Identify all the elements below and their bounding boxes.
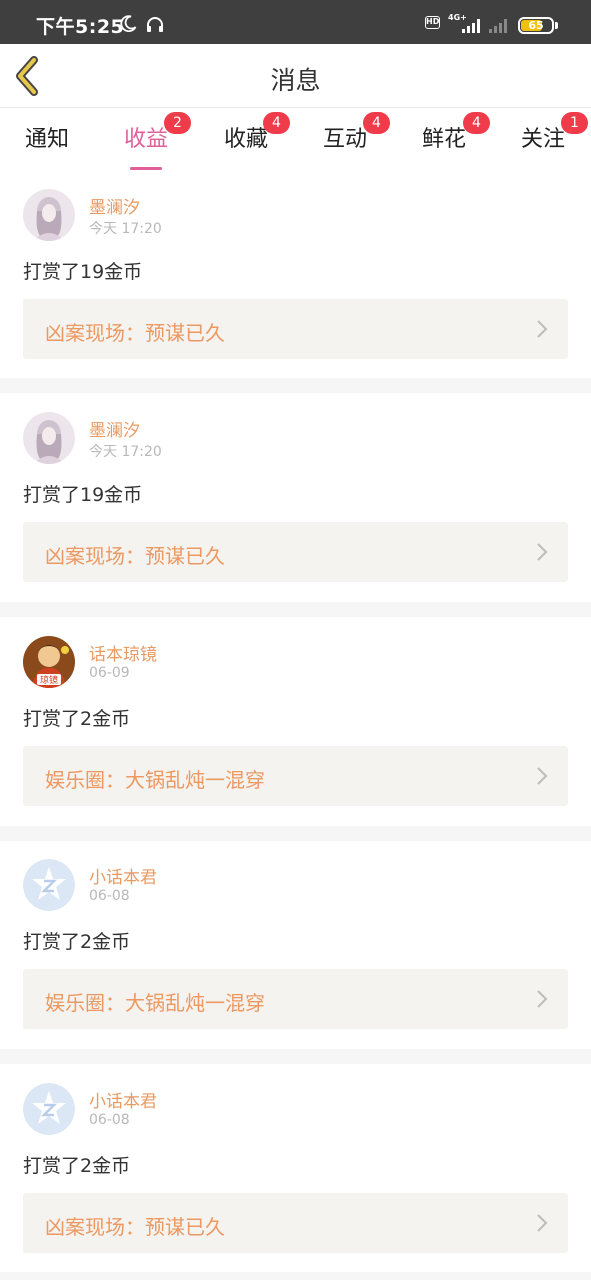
tab-label: 互动 — [322, 127, 367, 152]
tab-label: 收益 — [123, 127, 168, 152]
tab-badge: 4 — [363, 112, 390, 134]
chevron-right-icon — [537, 543, 548, 561]
tab-badge: 1 — [561, 112, 588, 134]
card-divider — [0, 602, 591, 617]
story-link[interactable]: 凶案现场：预谋已久 — [23, 522, 568, 582]
message-text: 打赏了2金币 — [23, 931, 131, 953]
tab-label: 收藏 — [223, 127, 268, 152]
tab-notification[interactable]: 通知 — [12, 121, 82, 165]
signal-empty-icon — [489, 19, 507, 33]
tab-label: 关注 — [520, 127, 565, 152]
avatar-label: 琼镜 — [40, 674, 58, 686]
story-title: 凶案现场：预谋已久 — [45, 321, 225, 345]
tab-label: 鲜花 — [421, 127, 466, 152]
story-link[interactable]: 娱乐圈：大锅乱炖一混穿 — [23, 746, 568, 806]
default-avatar-icon — [23, 859, 75, 911]
message-card[interactable]: 墨澜汐 今天 17:20 打赏了19金币 凶案现场：预谋已久 — [0, 395, 591, 604]
default-avatar-icon — [23, 1083, 75, 1135]
tab-bar: 通知 收益 2 收藏 4 互动 4 鲜花 4 关注 1 — [0, 108, 591, 172]
active-tab-indicator — [130, 167, 162, 170]
tab-interaction[interactable]: 互动 4 — [310, 112, 390, 165]
user-name[interactable]: 墨澜汐 — [89, 193, 140, 218]
tab-badge: 4 — [263, 112, 290, 134]
signal-icon — [462, 19, 480, 33]
tab-badge: 2 — [164, 112, 191, 134]
message-text: 打赏了19金币 — [23, 261, 143, 283]
avatar[interactable] — [23, 412, 75, 464]
chevron-right-icon — [537, 767, 548, 785]
story-title: 凶案现场：预谋已久 — [45, 544, 225, 568]
nav-bar: 消息 — [0, 44, 591, 108]
message-card[interactable]: 小话本君 06-08 打赏了2金币 娱乐圈：大锅乱炖一混穿 — [0, 842, 591, 1051]
girl-avatar-icon — [23, 189, 75, 241]
page-title: 消息 — [270, 66, 321, 95]
message-text: 打赏了2金币 — [23, 1155, 131, 1177]
battery-level: 65 — [528, 19, 544, 32]
avatar[interactable] — [23, 859, 75, 911]
message-card[interactable]: 琼镜 话本琼镜 06-09 打赏了2金币 娱乐圈：大锅乱炖一混穿 — [0, 619, 591, 828]
tab-label: 通知 — [24, 127, 69, 152]
story-link[interactable]: 娱乐圈：大锅乱炖一混穿 — [23, 969, 568, 1029]
battery-icon: 65 — [518, 17, 554, 34]
user-name[interactable]: 话本琼镜 — [89, 640, 157, 665]
card-divider — [0, 826, 591, 841]
message-time: 今天 17:20 — [89, 444, 162, 460]
message-text: 打赏了2金币 — [23, 708, 131, 730]
hd-icon: HD — [425, 16, 440, 29]
message-time: 06-08 — [89, 1112, 130, 1128]
message-time: 今天 17:20 — [89, 221, 162, 237]
tab-badge: 4 — [463, 112, 490, 134]
story-title: 娱乐圈：大锅乱炖一混穿 — [45, 991, 265, 1015]
card-divider — [0, 1272, 591, 1280]
battery-tip — [555, 22, 558, 29]
story-title: 娱乐圈：大锅乱炖一混穿 — [45, 768, 265, 792]
user-name[interactable]: 小话本君 — [89, 863, 157, 888]
tab-following[interactable]: 关注 1 — [508, 112, 588, 165]
tab-favorites[interactable]: 收藏 4 — [211, 112, 290, 165]
headset-icon — [147, 17, 163, 32]
message-text: 打赏了19金币 — [23, 484, 143, 506]
status-bar: 下午5:25 HD 4G+ 65 — [0, 0, 591, 44]
message-card[interactable]: 小话本君 06-08 打赏了2金币 凶案现场：预谋已久 — [0, 1066, 591, 1275]
story-link[interactable]: 凶案现场：预谋已久 — [23, 1193, 568, 1253]
illustration-avatar-icon: 琼镜 — [23, 636, 75, 688]
user-name[interactable]: 墨澜汐 — [89, 416, 140, 441]
status-time: 下午5:25 — [36, 16, 125, 38]
card-divider — [0, 378, 591, 393]
avatar[interactable] — [23, 189, 75, 241]
tab-flowers[interactable]: 鲜花 4 — [409, 112, 490, 165]
chevron-right-icon — [537, 320, 548, 338]
story-title: 凶案现场：预谋已久 — [45, 1215, 225, 1239]
girl-avatar-icon — [23, 412, 75, 464]
message-time: 06-09 — [89, 665, 130, 681]
chevron-right-icon — [537, 1214, 548, 1232]
card-divider — [0, 1049, 591, 1064]
tab-earnings[interactable]: 收益 2 — [111, 112, 191, 170]
avatar[interactable]: 琼镜 — [23, 636, 75, 688]
chevron-right-icon — [537, 990, 548, 1008]
avatar[interactable] — [23, 1083, 75, 1135]
message-time: 06-08 — [89, 888, 130, 904]
moon-icon — [120, 15, 137, 32]
user-name[interactable]: 小话本君 — [89, 1087, 157, 1112]
message-card[interactable]: 墨澜汐 今天 17:20 打赏了19金币 凶案现场：预谋已久 — [0, 172, 591, 381]
story-link[interactable]: 凶案现场：预谋已久 — [23, 299, 568, 359]
